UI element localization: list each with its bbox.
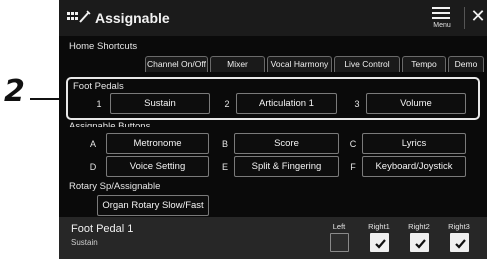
home-shortcuts-heading: Home Shortcuts — [69, 41, 138, 52]
foot-pedal-detail-bar: Foot Pedal 1 Sustain Left Right1 Right2 … — [59, 217, 487, 259]
part-label-right3: Right3 — [448, 222, 470, 231]
foot-pedals-panel: Foot Pedals 1 Sustain 2 Articulation 1 3… — [66, 77, 480, 120]
part-label-right1: Right1 — [368, 222, 390, 231]
detail-title: Foot Pedal 1 — [71, 223, 134, 235]
assignable-d-button[interactable]: Voice Setting — [106, 156, 209, 177]
close-icon[interactable]: ✕ — [470, 6, 486, 28]
pedal-number-1: 1 — [96, 99, 102, 109]
assignable-screen: Assignable Menu ✕ Home Shortcuts Channel… — [59, 0, 487, 259]
part-checkbox-right2[interactable] — [410, 233, 429, 252]
detail-subtitle: Sustain — [71, 238, 98, 247]
checkmark-icon — [375, 239, 386, 249]
assignable-f-button[interactable]: Keyboard/Joystick — [362, 156, 466, 177]
part-checkbox-left[interactable] — [330, 233, 349, 252]
assignable-letter-c: C — [349, 139, 357, 149]
assignable-letter-d: D — [89, 162, 97, 172]
menu-label: Menu — [433, 22, 451, 29]
tab-live-control[interactable]: Live Control — [334, 56, 400, 72]
assignable-a-button[interactable]: Metronome — [106, 133, 209, 154]
assignable-letter-e: E — [221, 162, 228, 172]
hamburger-icon — [432, 7, 450, 20]
assignable-letter-f: F — [350, 162, 356, 172]
callout-number: 2 — [4, 74, 25, 109]
assignable-b-button[interactable]: Score — [234, 133, 339, 154]
assignable-letter-b: B — [221, 139, 228, 149]
pedal-number-3: 3 — [354, 99, 360, 109]
tab-channel-on-off[interactable]: Channel On/Off — [145, 56, 208, 72]
assignable-buttons-heading: Assignable Buttons — [69, 121, 151, 127]
menu-button[interactable]: Menu — [424, 4, 460, 34]
home-shortcuts-tabs: Channel On/Off Mixer Vocal Harmony Live … — [145, 56, 484, 72]
checkmark-icon — [455, 239, 466, 249]
title-bar: Assignable Menu ✕ — [59, 0, 487, 36]
assignable-c-button[interactable]: Lyrics — [362, 133, 466, 154]
foot-pedal-1-button[interactable]: Sustain — [110, 93, 210, 114]
tab-demo[interactable]: Demo — [448, 56, 484, 72]
title-divider — [464, 7, 465, 29]
tab-tempo[interactable]: Tempo — [402, 56, 446, 72]
part-checkbox-right1[interactable] — [370, 233, 389, 252]
tab-mixer[interactable]: Mixer — [210, 56, 265, 72]
tab-vocal-harmony[interactable]: Vocal Harmony — [267, 56, 332, 72]
rotary-assignable-button[interactable]: Organ Rotary Slow/Fast — [97, 195, 209, 216]
foot-pedal-3-button[interactable]: Volume — [366, 93, 466, 114]
checkmark-icon — [415, 239, 426, 249]
page-title: Assignable — [95, 10, 170, 26]
foot-pedal-2-button[interactable]: Articulation 1 — [236, 93, 337, 114]
assignable-letter-a: A — [89, 139, 96, 149]
part-label-right2: Right2 — [408, 222, 430, 231]
part-checkbox-right3[interactable] — [450, 233, 469, 252]
pedal-number-2: 2 — [224, 99, 230, 109]
assignable-e-button[interactable]: Split & Fingering — [234, 156, 339, 177]
foot-pedals-heading: Foot Pedals — [73, 81, 124, 92]
part-label-left: Left — [332, 222, 346, 231]
rotary-heading: Rotary Sp/Assignable — [69, 181, 161, 192]
assignable-icon — [67, 10, 91, 24]
